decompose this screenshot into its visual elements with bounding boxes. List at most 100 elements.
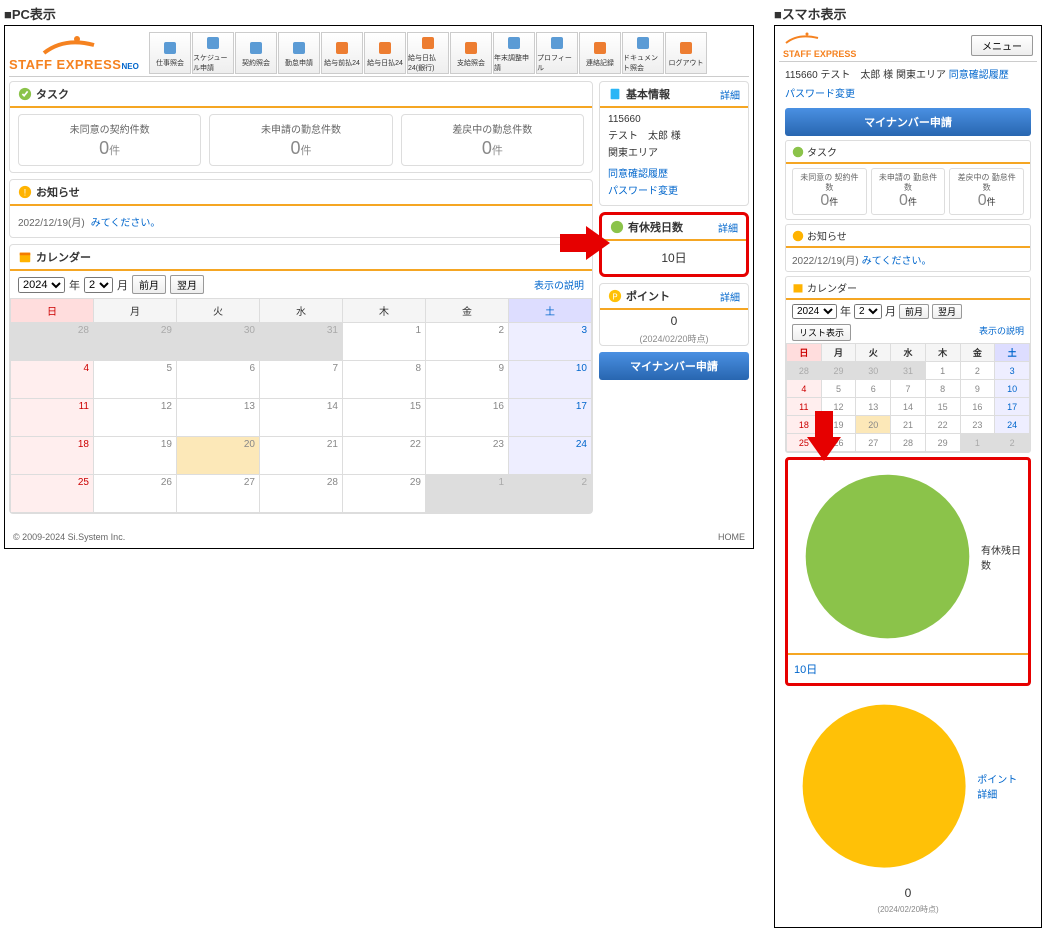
sp-next-button[interactable]: 翌月 — [932, 304, 962, 319]
calendar-cell[interactable]: 28 — [11, 323, 94, 361]
calendar-cell[interactable]: 13 — [177, 399, 260, 437]
toolbar-schedule-button[interactable]: スケジュール申請 — [192, 32, 234, 74]
calendar-cell[interactable]: 1 — [925, 362, 960, 380]
point-detail-link[interactable]: 詳細 — [720, 289, 740, 304]
calendar-cell[interactable]: 28 — [787, 362, 822, 380]
calendar-cell[interactable]: 5 — [821, 380, 856, 398]
legend-link[interactable]: 表示の説明 — [534, 277, 584, 292]
calendar-cell[interactable]: 3 — [995, 362, 1030, 380]
calendar-cell[interactable]: 27 — [177, 475, 260, 513]
yukyu-detail-link[interactable]: 詳細 — [718, 220, 738, 235]
sp-month-select[interactable]: 2 — [854, 304, 882, 319]
task-card[interactable]: 差戻中の勤怠件数0件 — [401, 114, 584, 166]
calendar-cell[interactable]: 15 — [925, 398, 960, 416]
sp-news-link[interactable]: みてください。 — [862, 256, 932, 267]
calendar-cell[interactable]: 20 — [177, 437, 260, 475]
calendar-cell[interactable]: 22 — [925, 416, 960, 434]
toolbar-shigoto-button[interactable]: 仕事照会 — [149, 32, 191, 74]
calendar-cell[interactable]: 2 — [995, 434, 1030, 452]
toolbar-nencho-button[interactable]: 年末調整申請 — [493, 32, 535, 74]
calendar-cell[interactable]: 13 — [856, 398, 891, 416]
calendar-cell[interactable]: 29 — [821, 362, 856, 380]
sp-year-select[interactable]: 2024 — [792, 304, 837, 319]
calendar-cell[interactable]: 22 — [343, 437, 426, 475]
calendar-cell[interactable]: 1 — [960, 434, 995, 452]
menu-button[interactable]: メニュー — [971, 35, 1033, 56]
sp-point-detail-link[interactable]: ポイント詳細 — [977, 771, 1025, 801]
next-month-button[interactable]: 翌月 — [170, 275, 204, 294]
calendar-cell[interactable]: 11 — [11, 399, 94, 437]
sp-password-link[interactable]: パスワード変更 — [785, 89, 855, 100]
toolbar-kintai-button[interactable]: 勤怠申請 — [278, 32, 320, 74]
calendar-cell[interactable]: 29 — [94, 323, 177, 361]
calendar-cell[interactable]: 6 — [177, 361, 260, 399]
calendar-cell[interactable]: 30 — [856, 362, 891, 380]
calendar-cell[interactable]: 10 — [509, 361, 592, 399]
password-link[interactable]: パスワード変更 — [608, 186, 678, 197]
calendar-cell[interactable]: 24 — [509, 437, 592, 475]
calendar-cell[interactable]: 7 — [891, 380, 926, 398]
sp-task-card[interactable]: 未同意の 契約件数0件 — [792, 168, 867, 215]
calendar-cell[interactable]: 20 — [856, 416, 891, 434]
calendar-cell[interactable]: 23 — [960, 416, 995, 434]
toolbar-kyuyo-h24-button[interactable]: 給与日払24 — [364, 32, 406, 74]
toolbar-kyuyo-h24g-button[interactable]: 給与日払24(銀行) — [407, 32, 449, 74]
calendar-cell[interactable]: 17 — [995, 398, 1030, 416]
list-view-button[interactable]: リスト表示 — [792, 324, 851, 341]
toolbar-shikyuu-button[interactable]: 支給照会 — [450, 32, 492, 74]
calendar-cell[interactable]: 21 — [891, 416, 926, 434]
calendar-cell[interactable]: 14 — [260, 399, 343, 437]
calendar-cell[interactable]: 23 — [426, 437, 509, 475]
sp-task-card[interactable]: 未申請の 勤怠件数0件 — [871, 168, 946, 215]
sp-task-card[interactable]: 差戻中の 勤怠件数0件 — [949, 168, 1024, 215]
calendar-cell[interactable]: 9 — [426, 361, 509, 399]
calendar-cell[interactable]: 29 — [343, 475, 426, 513]
toolbar-document-button[interactable]: ドキュメント照会 — [622, 32, 664, 74]
calendar-cell[interactable]: 31 — [891, 362, 926, 380]
calendar-cell[interactable]: 27 — [856, 434, 891, 452]
calendar-cell[interactable]: 2 — [509, 475, 592, 513]
calendar-cell[interactable]: 21 — [260, 437, 343, 475]
task-card[interactable]: 未同意の契約件数0件 — [18, 114, 201, 166]
calendar-cell[interactable]: 31 — [260, 323, 343, 361]
calendar-cell[interactable]: 16 — [960, 398, 995, 416]
calendar-cell[interactable]: 14 — [891, 398, 926, 416]
calendar-cell[interactable]: 8 — [343, 361, 426, 399]
calendar-cell[interactable]: 6 — [856, 380, 891, 398]
task-card[interactable]: 未申請の勤怠件数0件 — [209, 114, 392, 166]
prev-month-button[interactable]: 前月 — [132, 275, 166, 294]
sp-agree-link[interactable]: 同意確認履歴 — [949, 70, 1009, 81]
calendar-cell[interactable]: 3 — [509, 323, 592, 361]
calendar-cell[interactable]: 4 — [11, 361, 94, 399]
calendar-cell[interactable]: 5 — [94, 361, 177, 399]
calendar-cell[interactable]: 26 — [94, 475, 177, 513]
toolbar-kyuyo-m24-button[interactable]: 給与前払24 — [321, 32, 363, 74]
sp-legend-link[interactable]: 表示の説明 — [979, 324, 1024, 341]
calendar-cell[interactable]: 25 — [11, 475, 94, 513]
calendar-cell[interactable]: 12 — [94, 399, 177, 437]
toolbar-profile-button[interactable]: プロフィール — [536, 32, 578, 74]
toolbar-keiyaku-button[interactable]: 契約照会 — [235, 32, 277, 74]
calendar-cell[interactable]: 28 — [260, 475, 343, 513]
calendar-cell[interactable]: 4 — [787, 380, 822, 398]
calendar-cell[interactable]: 10 — [995, 380, 1030, 398]
toolbar-renraku-button[interactable]: 連絡記録 — [579, 32, 621, 74]
calendar-cell[interactable]: 19 — [94, 437, 177, 475]
calendar-cell[interactable]: 1 — [426, 475, 509, 513]
calendar-cell[interactable]: 24 — [995, 416, 1030, 434]
year-select[interactable]: 2024 — [18, 277, 65, 293]
calendar-cell[interactable]: 28 — [891, 434, 926, 452]
calendar-cell[interactable]: 9 — [960, 380, 995, 398]
toolbar-logout-button[interactable]: ログアウト — [665, 32, 707, 74]
home-link[interactable]: HOME — [718, 532, 745, 542]
basic-detail-link[interactable]: 詳細 — [720, 87, 740, 102]
calendar-cell[interactable]: 30 — [177, 323, 260, 361]
calendar-cell[interactable]: 29 — [925, 434, 960, 452]
calendar-cell[interactable]: 17 — [509, 399, 592, 437]
calendar-cell[interactable]: 1 — [343, 323, 426, 361]
calendar-cell[interactable]: 18 — [11, 437, 94, 475]
calendar-cell[interactable]: 2 — [960, 362, 995, 380]
sp-mynumber-button[interactable]: マイナンバー申請 — [785, 108, 1031, 136]
mynumber-button[interactable]: マイナンバー申請 — [599, 352, 749, 380]
month-select[interactable]: 2 — [84, 277, 113, 293]
